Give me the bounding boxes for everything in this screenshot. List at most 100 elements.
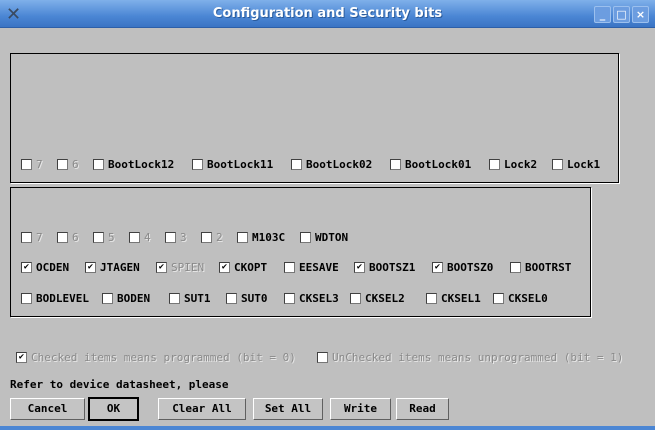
checkbox-5: 5: [93, 231, 115, 244]
checkbox-box[interactable]: [350, 293, 361, 304]
checkbox-sut0[interactable]: SUT0: [226, 292, 268, 305]
checkbox-box[interactable]: [426, 293, 437, 304]
checkbox-label: 4: [144, 231, 151, 244]
checkbox-label: CKSEL3: [299, 292, 339, 305]
checkbox-4: 4: [129, 231, 151, 244]
checkbox-label: SUT0: [241, 292, 268, 305]
checkbox-cksel0[interactable]: CKSEL0: [493, 292, 548, 305]
checkbox-box[interactable]: [226, 293, 237, 304]
checkbox-box[interactable]: [237, 232, 248, 243]
checkbox-7: 7: [21, 158, 43, 171]
legend-checked: ✔ Checked items means programmed (bit = …: [16, 351, 296, 364]
checkbox-6: 6: [57, 231, 79, 244]
clear-all-button[interactable]: Clear All: [158, 398, 246, 420]
checkbox-box[interactable]: [169, 293, 180, 304]
checkbox-bootrst[interactable]: BOOTRST: [510, 261, 571, 274]
checkbox-label: BootLock12: [108, 158, 175, 171]
checkbox-box[interactable]: ✔: [85, 262, 96, 273]
legend-unchecked: UnChecked items means unprogrammed (bit …: [317, 351, 623, 364]
checkbox-label: BOOTSZ1: [369, 261, 416, 274]
checkbox-label: WDTON: [315, 231, 349, 244]
checkbox-lock1[interactable]: Lock1: [552, 158, 600, 171]
minimize-button[interactable]: _: [594, 6, 611, 23]
checkbox-box[interactable]: [21, 293, 32, 304]
checkbox-box[interactable]: [93, 159, 104, 170]
legend-checked-checkbox: ✔: [16, 352, 27, 363]
maximize-button[interactable]: □: [613, 6, 630, 23]
checkbox-box[interactable]: [510, 262, 521, 273]
info-text: Refer to device datasheet, please: [10, 378, 229, 391]
checkbox-label: JTAGEN: [100, 261, 140, 274]
checkbox-bootsz0[interactable]: ✔ BOOTSZ0: [432, 261, 493, 274]
checkbox-bodlevel[interactable]: BODLEVEL: [21, 292, 89, 305]
checkbox-lock2[interactable]: Lock2: [489, 158, 537, 171]
checkbox-label: 3: [180, 231, 187, 244]
cancel-button[interactable]: Cancel: [10, 398, 85, 420]
window-border: [0, 426, 655, 430]
checkbox-label: CKSEL1: [441, 292, 481, 305]
checkbox-box[interactable]: [552, 159, 563, 170]
checkbox-bootlock02[interactable]: BootLock02: [291, 158, 372, 171]
checkbox-box[interactable]: [489, 159, 500, 170]
checkbox-bootsz1[interactable]: ✔ BOOTSZ1: [354, 261, 415, 274]
checkbox-label: SPIEN: [171, 261, 205, 274]
write-button[interactable]: Write: [330, 398, 391, 420]
checkbox-ckopt[interactable]: ✔ CKOPT: [219, 261, 267, 274]
checkbox-cksel3[interactable]: CKSEL3: [284, 292, 339, 305]
checkbox-box: [201, 232, 212, 243]
checkbox-spien: ✔ SPIEN: [156, 261, 204, 274]
checkbox-box[interactable]: ✔: [354, 262, 365, 273]
checkbox-eesave[interactable]: EESAVE: [284, 261, 339, 274]
checkbox-label: BOOTRST: [525, 261, 572, 274]
checkbox-6: 6: [57, 158, 79, 171]
checkbox-label: 5: [108, 231, 115, 244]
read-button[interactable]: Read: [396, 398, 449, 420]
checkbox-ocden[interactable]: ✔ OCDEN: [21, 261, 69, 274]
checkbox-box[interactable]: [284, 293, 295, 304]
checkbox-label: Lock1: [567, 158, 601, 171]
checkbox-label: 7: [36, 158, 43, 171]
checkbox-box[interactable]: [284, 262, 295, 273]
window-title: Configuration and Security bits: [212, 6, 443, 21]
checkbox-label: BOOTSZ0: [447, 261, 494, 274]
checkbox-box[interactable]: [102, 293, 113, 304]
checkbox-wdton[interactable]: WDTON: [300, 231, 348, 244]
checkbox-m103c[interactable]: M103C: [237, 231, 285, 244]
ok-button[interactable]: OK: [88, 397, 139, 421]
checkbox-box[interactable]: ✔: [432, 262, 443, 273]
checkbox-box: [57, 232, 68, 243]
set-all-button[interactable]: Set All: [253, 398, 323, 420]
checkbox-7: 7: [21, 231, 43, 244]
checkbox-box: [165, 232, 176, 243]
checkbox-label: BootLock02: [306, 158, 373, 171]
checkbox-label: CKSEL0: [508, 292, 548, 305]
checkbox-label: BODEN: [117, 292, 151, 305]
checkbox-boden[interactable]: BODEN: [102, 292, 150, 305]
checkbox-label: M103C: [252, 231, 286, 244]
close-button[interactable]: ×: [632, 6, 649, 23]
checkbox-box: [93, 232, 104, 243]
checkbox-box[interactable]: [493, 293, 504, 304]
checkbox-box[interactable]: ✔: [21, 262, 32, 273]
checkbox-box: [57, 159, 68, 170]
checkbox-bootlock01[interactable]: BootLock01: [390, 158, 471, 171]
checkbox-box[interactable]: [390, 159, 401, 170]
checkbox-bootlock12[interactable]: BootLock12: [93, 158, 174, 171]
checkbox-sut1[interactable]: SUT1: [169, 292, 211, 305]
checkbox-box[interactable]: [291, 159, 302, 170]
checkbox-cksel1[interactable]: CKSEL1: [426, 292, 481, 305]
checkbox-jtagen[interactable]: ✔ JTAGEN: [85, 261, 140, 274]
checkbox-cksel2[interactable]: CKSEL2: [350, 292, 405, 305]
checkbox-box[interactable]: [192, 159, 203, 170]
checkbox-2: 2: [201, 231, 223, 244]
legend-unchecked-label: UnChecked items means unprogrammed (bit …: [332, 351, 624, 364]
checkbox-label: BootLock01: [405, 158, 472, 171]
checkbox-bootlock11[interactable]: BootLock11: [192, 158, 273, 171]
checkbox-box[interactable]: [300, 232, 311, 243]
legend-checked-label: Checked items means programmed (bit = 0): [31, 351, 296, 364]
checkbox-box: ✔: [156, 262, 167, 273]
checkbox-box: [21, 232, 32, 243]
legend-unchecked-checkbox: [317, 352, 328, 363]
checkbox-label: CKSEL2: [365, 292, 405, 305]
checkbox-box[interactable]: ✔: [219, 262, 230, 273]
